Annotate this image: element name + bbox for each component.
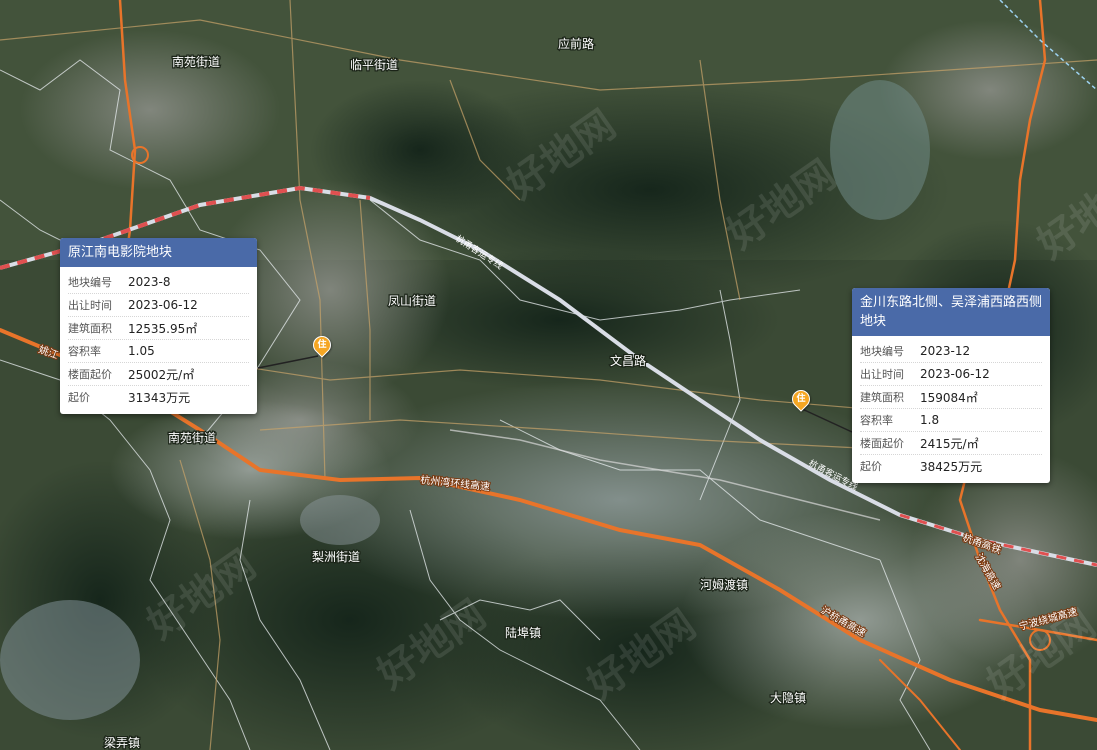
place-label: 文昌路 bbox=[610, 353, 646, 368]
info-key: 起价 bbox=[860, 460, 882, 473]
info-row-floor-area: 建筑面积 159084㎡ bbox=[860, 386, 1042, 409]
info-row-starting-price: 起价 38425万元 bbox=[860, 455, 1042, 477]
info-row-floor-price: 楼面起价 25002元/㎡ bbox=[68, 363, 249, 386]
place-label: 临平街道 bbox=[350, 58, 398, 72]
info-row-sale-date: 出让时间 2023-06-12 bbox=[68, 294, 249, 317]
pin-label: 住 bbox=[796, 394, 806, 404]
info-value: 1.8 bbox=[920, 413, 940, 427]
place-label: 河姆渡镇 bbox=[700, 577, 748, 592]
info-row-plot-number: 地块编号 2023-8 bbox=[68, 271, 249, 294]
info-value: 1.05 bbox=[128, 344, 155, 358]
info-value: 25002元/㎡ bbox=[128, 367, 195, 382]
place-label: 梁弄镇 bbox=[104, 735, 140, 750]
place-label: 应前路 bbox=[558, 36, 594, 51]
place-label: 凤山街道 bbox=[388, 294, 436, 308]
pin-label: 住 bbox=[317, 340, 327, 350]
info-value: 2023-06-12 bbox=[920, 367, 990, 381]
info-key: 容积率 bbox=[860, 414, 893, 427]
info-value: 159084㎡ bbox=[920, 390, 978, 405]
info-key: 建筑面积 bbox=[860, 391, 904, 404]
info-value: 31343万元 bbox=[128, 390, 191, 405]
info-key: 容积率 bbox=[68, 345, 101, 358]
info-key: 出让时间 bbox=[68, 299, 112, 312]
place-label: 南苑街道 bbox=[168, 430, 216, 445]
place-label: 南苑街道 bbox=[172, 54, 220, 69]
land-info-card-2[interactable]: 金川东路北侧、吴泽浦西路西侧地块 地块编号 2023-12 出让时间 2023-06… bbox=[852, 288, 1050, 483]
info-row-floor-price: 楼面起价 2415元/㎡ bbox=[860, 432, 1042, 455]
place-label: 陆埠镇 bbox=[505, 625, 541, 640]
info-key: 出让时间 bbox=[860, 368, 904, 381]
info-key: 起价 bbox=[68, 391, 90, 404]
lake bbox=[830, 80, 930, 220]
card-title: 金川东路北侧、吴泽浦西路西侧地块 bbox=[852, 288, 1050, 336]
place-label: 大隐镇 bbox=[770, 691, 806, 705]
info-value: 12535.95㎡ bbox=[128, 321, 198, 336]
info-key: 楼面起价 bbox=[68, 368, 112, 381]
place-label: 梨洲街道 bbox=[312, 550, 360, 564]
info-row-starting-price: 起价 31343万元 bbox=[68, 386, 249, 408]
info-row-sale-date: 出让时间 2023-06-12 bbox=[860, 363, 1042, 386]
info-key: 地块编号 bbox=[68, 276, 112, 289]
info-key: 地块编号 bbox=[860, 345, 904, 358]
land-info-card-1[interactable]: 原江南电影院地块 地块编号 2023-8 出让时间 2023-06-12 建筑面积 1… bbox=[60, 238, 257, 414]
info-value: 2415元/㎡ bbox=[920, 436, 979, 451]
info-value: 2023-12 bbox=[920, 344, 971, 358]
card-title: 原江南电影院地块 bbox=[60, 238, 257, 267]
info-row-floor-area: 建筑面积 12535.95㎡ bbox=[68, 317, 249, 340]
info-row-plot-number: 地块编号 2023-12 bbox=[860, 340, 1042, 363]
info-value: 2023-8 bbox=[128, 275, 171, 289]
info-row-plot-ratio: 容积率 1.8 bbox=[860, 409, 1042, 432]
info-key: 楼面起价 bbox=[860, 437, 904, 450]
info-key: 建筑面积 bbox=[68, 322, 112, 335]
info-value: 2023-06-12 bbox=[128, 298, 198, 312]
info-row-plot-ratio: 容积率 1.05 bbox=[68, 340, 249, 363]
info-value: 38425万元 bbox=[920, 459, 983, 474]
